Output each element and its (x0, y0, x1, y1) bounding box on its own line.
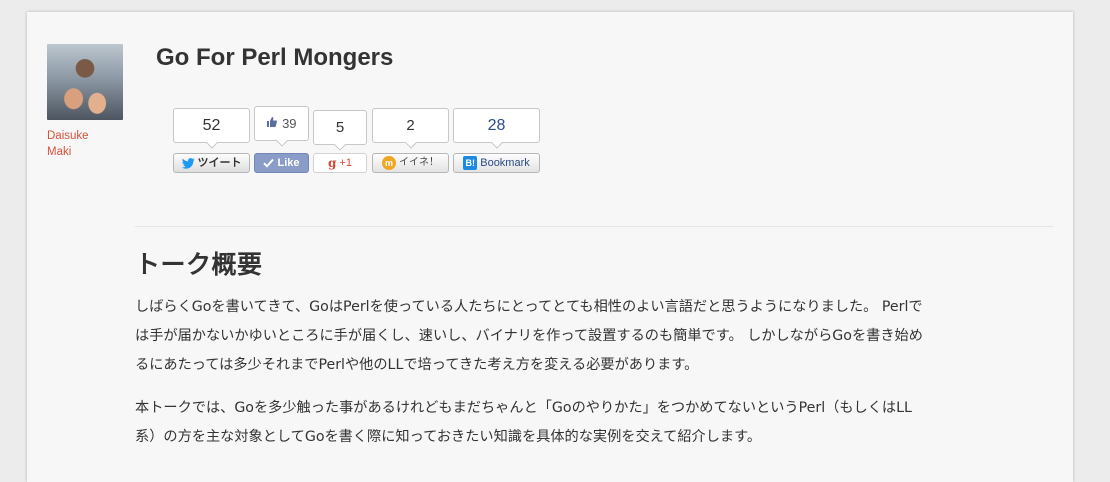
author-avatar[interactable] (47, 44, 123, 120)
hatena-count: 28 (453, 108, 540, 143)
paragraph-line: しばらくGoを書いてきて、GoはPerlを使っている人たちにとってとても相性のよ… (135, 299, 923, 315)
googleplus-button[interactable]: g +1 (313, 153, 367, 173)
twitter-bird-icon (181, 157, 195, 169)
facebook-count: 39 (282, 116, 297, 131)
check-icon (263, 158, 275, 168)
author-name-link[interactable]: Daisuke Maki (47, 128, 127, 160)
plusone-label: +1 (339, 157, 352, 169)
googleplus-count: 5 (313, 110, 367, 145)
thumbs-up-icon (266, 116, 278, 128)
mixi-iine-button[interactable]: m イイネ！ (372, 153, 449, 173)
iine-label: イイネ！ (399, 157, 439, 168)
paragraph-line: るにあたっては多少それまでPerlや他のLLで培ってきた考え方を変える必要があり… (135, 357, 699, 373)
talk-summary-paragraph-1: しばらくGoを書いてきて、GoはPerlを使っている人たちにとってとても相性のよ… (135, 293, 1043, 380)
section-title: トーク概要 (135, 250, 263, 279)
section-divider (135, 226, 1053, 227)
facebook-count-box: 39 (254, 106, 309, 141)
bookmark-label: Bookmark (480, 157, 530, 169)
paragraph-line: 本トークでは、Goを多少触った事があるけれどもまだちゃんと「Goのやりかた」をつ… (135, 400, 912, 416)
author-first-name: Daisuke (47, 130, 89, 142)
google-g-icon: g (328, 156, 337, 170)
facebook-like-button[interactable]: Like (254, 153, 309, 173)
paragraph-line: 系）の方を主な対象としてGoを書く際に知っておきたい知識を具体的な実例を交えて紹… (135, 429, 762, 445)
like-label: Like (277, 157, 300, 169)
author-last-name: Maki (47, 146, 72, 158)
mixi-count: 2 (372, 108, 449, 143)
page-title: Go For Perl Mongers (156, 44, 394, 71)
talk-summary-paragraph-2: 本トークでは、Goを多少触った事があるけれどもまだちゃんと「Goのやりかた」をつ… (135, 394, 1043, 452)
mixi-icon: m (382, 156, 396, 170)
tweet-button[interactable]: ツイート (173, 153, 250, 173)
paragraph-line: は手が届かないかゆいところに手が届くし、速いし、バイナリを作って設置するのも簡単… (135, 328, 923, 344)
talk-card: Daisuke Maki Go For Perl Mongers 52 39 5… (27, 12, 1073, 482)
tweet-label: ツイート (197, 157, 242, 169)
hatena-bookmark-button[interactable]: B! Bookmark (453, 153, 540, 173)
hatena-bookmark-icon: B! (463, 156, 478, 170)
twitter-count: 52 (173, 108, 250, 143)
